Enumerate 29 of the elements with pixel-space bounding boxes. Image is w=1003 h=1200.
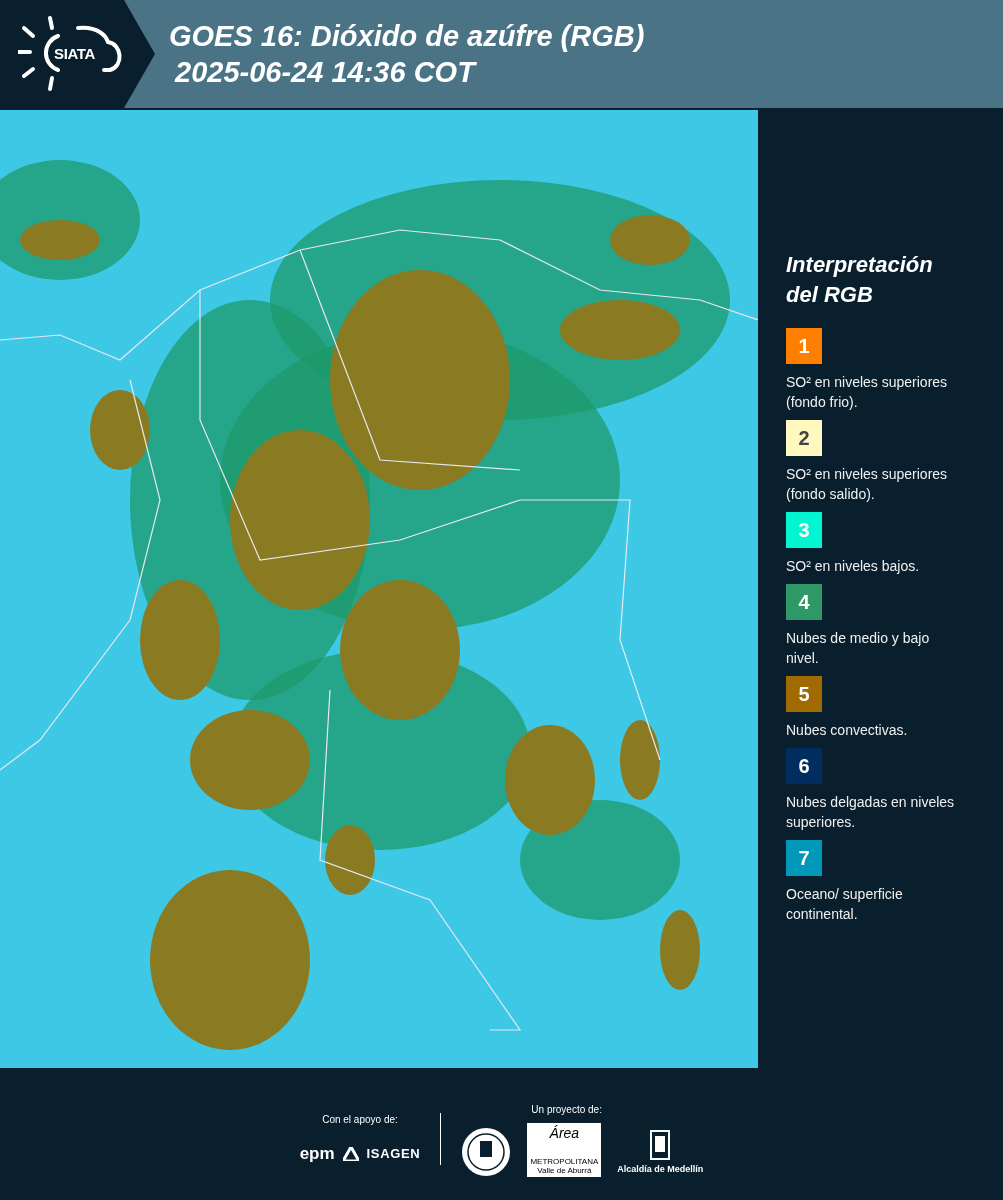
legend-description: Nubes de medio y bajo nivel.: [786, 629, 931, 668]
triangle-logo-icon: [342, 1146, 359, 1161]
sun-cloud-icon: [18, 14, 124, 94]
legend-description: SO² en niveles superiores (fondo salido).: [786, 465, 949, 504]
legend-swatch: 6: [786, 748, 822, 784]
legend-swatch: 7: [786, 840, 822, 876]
legend-swatch: 1: [786, 328, 822, 364]
legend-swatch: 3: [786, 512, 822, 548]
legend-description: SO² en niveles superiores (fondo frio).: [786, 373, 949, 412]
legend-title: Interpretación: [786, 251, 934, 279]
legend-description: SO² en niveles bajos.: [786, 557, 921, 576]
legend-swatch: 5: [786, 676, 822, 712]
legend-description: Nubes delgadas en niveles superiores.: [786, 793, 956, 832]
legend-description: Oceano/ superficie continental.: [786, 885, 904, 924]
alcaldia-logo-text: Alcaldía de Medellín: [617, 1163, 704, 1176]
area-logo: Área METROPOLITANA Valle de Aburrá: [527, 1122, 602, 1177]
legend-description: Nubes convectivas.: [786, 721, 909, 740]
seal-logo-icon: [461, 1126, 512, 1177]
project-label: Un proyecto de:: [531, 1102, 602, 1117]
support-label: Con el apoyo de:: [322, 1112, 398, 1127]
logo-text: SIATA: [54, 43, 95, 64]
legend-title: del RGB: [786, 281, 874, 309]
legend-swatch: 4: [786, 584, 822, 620]
title-line: 2025-06-24 14:36 COT: [173, 55, 478, 90]
epm-logo: epm: [299, 1142, 335, 1165]
coat-of-arms-icon: [650, 1130, 671, 1160]
isagen-logo: ISAGEN: [366, 1144, 421, 1163]
legend-swatch: 2: [786, 420, 822, 456]
title-line: GOES 16: Dióxido de azúfre (RGB): [169, 19, 645, 54]
